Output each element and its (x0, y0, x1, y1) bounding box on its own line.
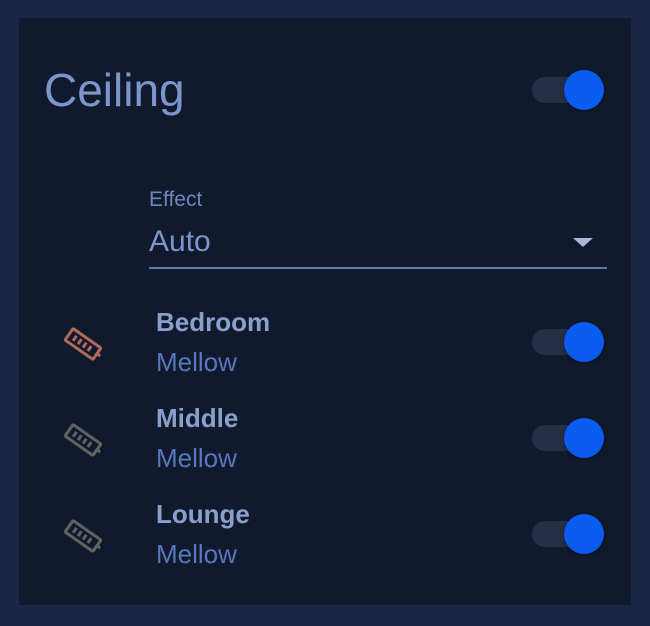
light-name: Lounge (156, 499, 250, 529)
toggle-knob (564, 514, 604, 554)
dropdown-arrow-icon (573, 238, 593, 247)
light-power-toggle[interactable] (532, 418, 604, 458)
light-strip-icon[interactable] (61, 514, 105, 558)
effect-select[interactable]: Effect Auto (149, 186, 607, 270)
group-title: Ceiling (44, 64, 185, 116)
toggle-knob (564, 418, 604, 458)
light-strip-icon[interactable] (61, 418, 105, 462)
light-power-toggle[interactable] (532, 514, 604, 554)
light-strip-icon[interactable] (61, 322, 105, 366)
light-power-toggle[interactable] (532, 322, 604, 362)
light-name: Bedroom (156, 307, 271, 337)
light-row-bedroom: Bedroom Mellow (19, 300, 631, 392)
light-effect: Mellow (156, 347, 237, 377)
light-row-middle: Middle Mellow (19, 396, 631, 488)
toggle-knob (564, 322, 604, 362)
light-name: Middle (156, 403, 239, 433)
toggle-knob (564, 70, 604, 110)
group-power-toggle[interactable] (532, 70, 604, 110)
light-effect: Mellow (156, 539, 237, 569)
light-effect: Mellow (156, 443, 237, 473)
light-group-card: Ceiling Effect Auto Bedroom Mellow Middl… (19, 18, 631, 605)
light-row-lounge: Lounge Mellow (19, 492, 631, 584)
effect-label: Effect (149, 188, 203, 211)
effect-value: Auto (149, 225, 211, 258)
select-underline (149, 267, 607, 269)
